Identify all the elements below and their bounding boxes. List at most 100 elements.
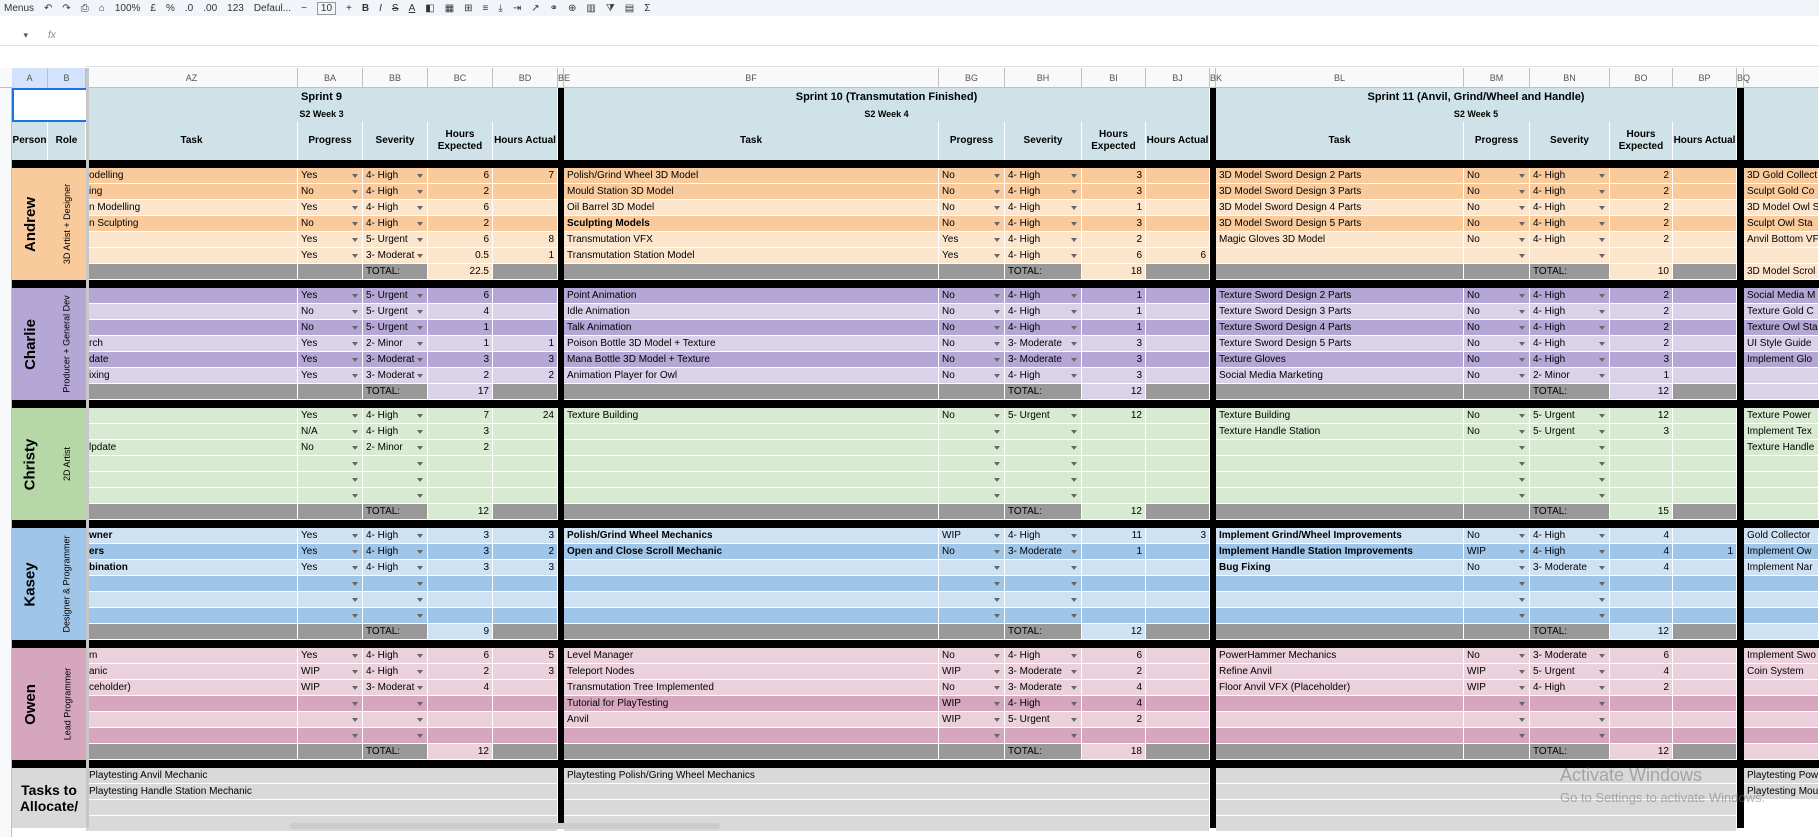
hours-actual-cell[interactable] (1673, 200, 1737, 216)
dropdown-arrow-icon[interactable] (352, 718, 358, 722)
task-cell[interactable] (1216, 728, 1464, 744)
progress-select[interactable]: WIP (939, 696, 1005, 712)
dropdown-arrow-icon[interactable] (994, 670, 1000, 674)
next-sprint-task-cell[interactable]: UI Style Guide (1744, 336, 1819, 352)
dropdown-arrow-icon[interactable] (417, 702, 423, 706)
severity-select[interactable]: 3- Moderat (363, 352, 428, 368)
hours-expected-cell[interactable]: 2 (1610, 232, 1673, 248)
progress-select[interactable] (1464, 608, 1530, 624)
dropdown-arrow-icon[interactable] (1599, 206, 1605, 210)
task-cell[interactable]: n Modelling (86, 200, 298, 216)
dropdown-arrow-icon[interactable] (417, 174, 423, 178)
hours-expected-cell[interactable] (1610, 456, 1673, 472)
chart-icon[interactable]: ▥ (586, 3, 595, 14)
next-sprint-task-cell[interactable]: Social Media M (1744, 288, 1819, 304)
hours-expected-cell[interactable] (1082, 440, 1146, 456)
task-cell[interactable]: rch (86, 336, 298, 352)
merge-cells-icon[interactable]: ⊞ (464, 3, 472, 14)
hours-expected-cell[interactable]: 6 (1082, 248, 1146, 264)
progress-select[interactable]: No (1464, 648, 1530, 664)
dropdown-arrow-icon[interactable] (417, 670, 423, 674)
progress-select[interactable]: No (939, 680, 1005, 696)
hours-expected-cell[interactable]: 3 (1082, 336, 1146, 352)
task-cell[interactable]: Texture Building (564, 408, 939, 424)
progress-select[interactable]: No (1464, 560, 1530, 576)
dropdown-arrow-icon[interactable] (417, 238, 423, 242)
hours-actual-cell[interactable]: 2 (493, 544, 558, 560)
dropdown-arrow-icon[interactable] (994, 550, 1000, 554)
hours-actual-cell[interactable] (1673, 608, 1737, 624)
task-cell[interactable] (1216, 472, 1464, 488)
progress-select[interactable]: WIP (939, 712, 1005, 728)
severity-select[interactable] (363, 576, 428, 592)
task-cell[interactable]: 3D Model Sword Design 2 Parts (1216, 168, 1464, 184)
progress-select[interactable] (939, 456, 1005, 472)
progress-select[interactable]: Yes (298, 408, 363, 424)
task-cell[interactable] (1216, 456, 1464, 472)
next-sprint-task-cell[interactable]: Texture Handle (1744, 440, 1819, 456)
severity-select[interactable]: 4- High (1530, 168, 1610, 184)
progress-select[interactable]: Yes (298, 168, 363, 184)
dropdown-arrow-icon[interactable] (994, 222, 1000, 226)
dropdown-arrow-icon[interactable] (994, 414, 1000, 418)
hours-actual-cell[interactable] (1146, 456, 1210, 472)
severity-select[interactable]: 5- Urgent (363, 288, 428, 304)
dropdown-arrow-icon[interactable] (1519, 446, 1525, 450)
severity-select[interactable]: 5- Urgent (363, 320, 428, 336)
hours-actual-cell[interactable] (1673, 592, 1737, 608)
hours-actual-cell[interactable] (1146, 408, 1210, 424)
functions-button[interactable]: Σ (644, 3, 650, 14)
task-cell[interactable] (86, 728, 298, 744)
dropdown-arrow-icon[interactable] (1071, 310, 1077, 314)
dropdown-arrow-icon[interactable] (1599, 702, 1605, 706)
column-header-az[interactable]: AZ (86, 68, 298, 88)
severity-select[interactable] (363, 472, 428, 488)
progress-select[interactable]: No (1464, 200, 1530, 216)
font-size-input[interactable]: 10 (316, 1, 337, 15)
severity-select[interactable] (1005, 576, 1082, 592)
dropdown-arrow-icon[interactable] (1599, 310, 1605, 314)
severity-select[interactable]: 4- High (1005, 168, 1082, 184)
dropdown-arrow-icon[interactable] (1519, 702, 1525, 706)
dropdown-arrow-icon[interactable] (1519, 654, 1525, 658)
dropdown-arrow-icon[interactable] (1599, 614, 1605, 618)
redo-icon[interactable]: ↷ (62, 3, 70, 14)
task-cell[interactable] (1216, 576, 1464, 592)
next-sprint-task-cell[interactable]: Coin System (1744, 664, 1819, 680)
dropdown-arrow-icon[interactable] (1599, 718, 1605, 722)
dropdown-arrow-icon[interactable] (1071, 326, 1077, 330)
task-cell[interactable] (86, 608, 298, 624)
dropdown-arrow-icon[interactable] (994, 718, 1000, 722)
next-sprint-task-cell[interactable]: Texture Power (1744, 408, 1819, 424)
severity-select[interactable]: 4- High (1530, 352, 1610, 368)
hours-actual-cell[interactable] (1673, 680, 1737, 696)
dropdown-arrow-icon[interactable] (417, 478, 423, 482)
dropdown-arrow-icon[interactable] (417, 686, 423, 690)
severity-select[interactable]: 3- Moderate (1530, 648, 1610, 664)
dropdown-arrow-icon[interactable] (1519, 358, 1525, 362)
hours-expected-cell[interactable]: 2 (1610, 288, 1673, 304)
task-cell[interactable] (564, 560, 939, 576)
column-header-bn[interactable]: BN (1530, 68, 1610, 88)
dropdown-arrow-icon[interactable] (1599, 238, 1605, 242)
task-cell[interactable] (1216, 592, 1464, 608)
hours-actual-cell[interactable] (1673, 168, 1737, 184)
dropdown-arrow-icon[interactable] (352, 614, 358, 618)
progress-select[interactable]: Yes (298, 336, 363, 352)
severity-select[interactable] (1530, 248, 1610, 264)
dropdown-arrow-icon[interactable] (1599, 462, 1605, 466)
dropdown-arrow-icon[interactable] (1071, 494, 1077, 498)
zoom-select[interactable]: 100% (115, 3, 141, 14)
dropdown-arrow-icon[interactable] (1071, 566, 1077, 570)
hours-actual-cell[interactable] (1673, 368, 1737, 384)
column-header-bg[interactable]: BG (939, 68, 1005, 88)
task-cell[interactable] (86, 408, 298, 424)
hours-expected-cell[interactable] (1610, 472, 1673, 488)
task-cell[interactable]: Transmutation VFX (564, 232, 939, 248)
task-cell[interactable]: 3D Model Sword Design 4 Parts (1216, 200, 1464, 216)
dropdown-arrow-icon[interactable] (417, 446, 423, 450)
dropdown-arrow-icon[interactable] (352, 566, 358, 570)
currency-button[interactable]: £ (150, 3, 156, 14)
dropdown-arrow-icon[interactable] (1599, 478, 1605, 482)
hours-actual-cell[interactable]: 24 (493, 408, 558, 424)
